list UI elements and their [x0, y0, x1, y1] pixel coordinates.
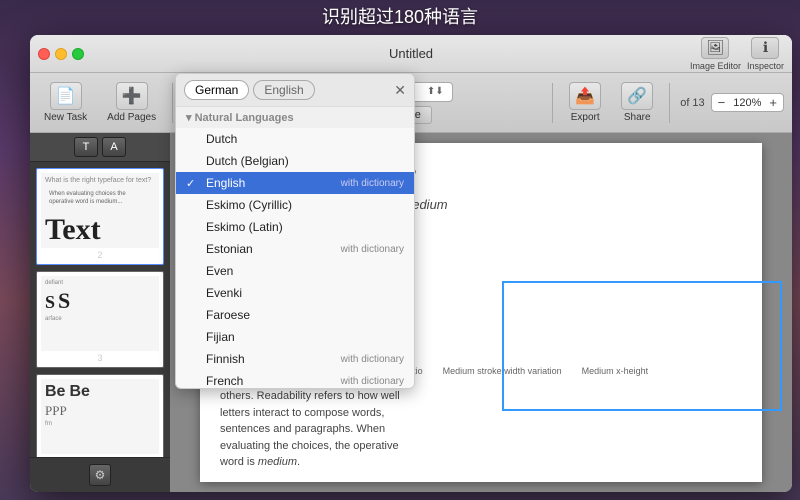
- sidebar: T A What is the right typeface for text?…: [30, 133, 170, 492]
- lang-item-even[interactable]: Even: [176, 260, 414, 282]
- new-task-icon: 📄: [50, 82, 82, 110]
- page-thumb-3-num: 4: [41, 456, 159, 457]
- lang-item-faroese[interactable]: Faroese: [176, 304, 414, 326]
- new-task-button[interactable]: 📄 New Task: [38, 78, 93, 127]
- close-button[interactable]: [38, 48, 50, 60]
- zoom-level: 120%: [730, 97, 764, 109]
- toolbar-separator: [172, 83, 173, 123]
- lang-item-estonian[interactable]: Estonian with dictionary: [176, 238, 414, 260]
- page-thumb-1[interactable]: What is the right typeface for text? Whe…: [36, 168, 164, 265]
- add-pages-button[interactable]: ➕ Add Pages: [101, 78, 162, 127]
- page-thumb-3-content: Be Be PPP frn: [41, 379, 159, 454]
- lang-item-eskimo-latin[interactable]: Eskimo (Latin): [176, 216, 414, 238]
- sidebar-tool-a[interactable]: A: [102, 137, 126, 157]
- dropdown-search-bar: German English ✕: [176, 74, 414, 107]
- titlebar-right: 🖼 Image Editor ℹ Inspector: [690, 37, 784, 71]
- sidebar-tool-t[interactable]: T: [74, 137, 98, 157]
- page-thumb-1-num: 2: [41, 250, 159, 260]
- toolbar-right: of 13 − 120% +: [680, 93, 784, 112]
- page-thumb-3[interactable]: Be Be PPP frn 4: [36, 374, 164, 457]
- minimize-button[interactable]: [55, 48, 67, 60]
- top-banner: 识别超过180种语言: [0, 0, 800, 32]
- zoom-in-button[interactable]: +: [767, 95, 779, 110]
- lang-item-french[interactable]: French with dictionary: [176, 370, 414, 388]
- lang-arrows-icon: ⬆⬇: [427, 86, 444, 97]
- maximize-button[interactable]: [72, 48, 84, 60]
- traffic-lights: [38, 48, 84, 60]
- lang-pill-german[interactable]: German: [184, 80, 249, 100]
- export-icon: 📤: [569, 82, 601, 110]
- sidebar-bottom: ⚙: [30, 457, 170, 492]
- lang-item-dutch-belgian[interactable]: Dutch (Belgian): [176, 150, 414, 172]
- export-button[interactable]: 📤 Export: [563, 78, 607, 127]
- inspector-button[interactable]: ℹ Inspector: [747, 37, 784, 71]
- share-button[interactable]: 🔗 Share: [615, 78, 659, 127]
- doc-body: others. Readability refers to how well l…: [220, 388, 420, 471]
- page-thumb-2-num: 3: [41, 353, 159, 363]
- sidebar-toolbar: T A: [30, 133, 170, 162]
- app-window: Untitled 🖼 Image Editor ℹ Inspector 📄 Ne…: [30, 35, 792, 492]
- zoom-out-button[interactable]: −: [716, 95, 728, 110]
- page-thumb-1-content: What is the right typeface for text? Whe…: [41, 173, 159, 248]
- dropdown-list: Dutch Dutch (Belgian) ✓ English with dic…: [176, 128, 414, 388]
- share-icon: 🔗: [621, 82, 653, 110]
- banner-text: 识别超过180种语言: [322, 3, 478, 29]
- lang-item-english[interactable]: ✓ English with dictionary: [176, 172, 414, 194]
- page-info: of 13: [680, 97, 704, 109]
- window-title: Untitled: [389, 46, 433, 61]
- zoom-controls: − 120% +: [711, 93, 784, 112]
- lang-item-dutch[interactable]: Dutch: [176, 128, 414, 150]
- lang-item-fijian[interactable]: Fijian: [176, 326, 414, 348]
- image-editor-button[interactable]: 🖼 Image Editor: [690, 37, 741, 71]
- add-pages-icon: ➕: [116, 82, 148, 110]
- page-thumb-2-content: defiant S S arface: [41, 276, 159, 351]
- lang-item-finnish[interactable]: Finnish with dictionary: [176, 348, 414, 370]
- lang-item-eskimo-cyrillic[interactable]: Eskimo (Cyrillic): [176, 194, 414, 216]
- lang-pill-english[interactable]: English: [253, 80, 314, 100]
- sidebar-pages: What is the right typeface for text? Whe…: [30, 162, 170, 457]
- toolbar-separator-3: [669, 83, 670, 123]
- language-dropdown: German English ✕ ▾ Natural Languages Dut…: [175, 73, 415, 389]
- image-editor-icon: 🖼: [701, 37, 729, 59]
- lang-item-evenki[interactable]: Evenki: [176, 282, 414, 304]
- sidebar-settings-button[interactable]: ⚙: [89, 464, 111, 486]
- page-thumb-2[interactable]: defiant S S arface 3: [36, 271, 164, 368]
- titlebar: Untitled 🖼 Image Editor ℹ Inspector: [30, 35, 792, 73]
- dropdown-search-icon[interactable]: ✕: [394, 82, 406, 99]
- dropdown-section-natural: ▾ Natural Languages: [176, 107, 414, 128]
- english-check: ✓: [186, 177, 200, 190]
- toolbar-separator-2: [552, 83, 553, 123]
- inspector-icon: ℹ: [751, 37, 779, 59]
